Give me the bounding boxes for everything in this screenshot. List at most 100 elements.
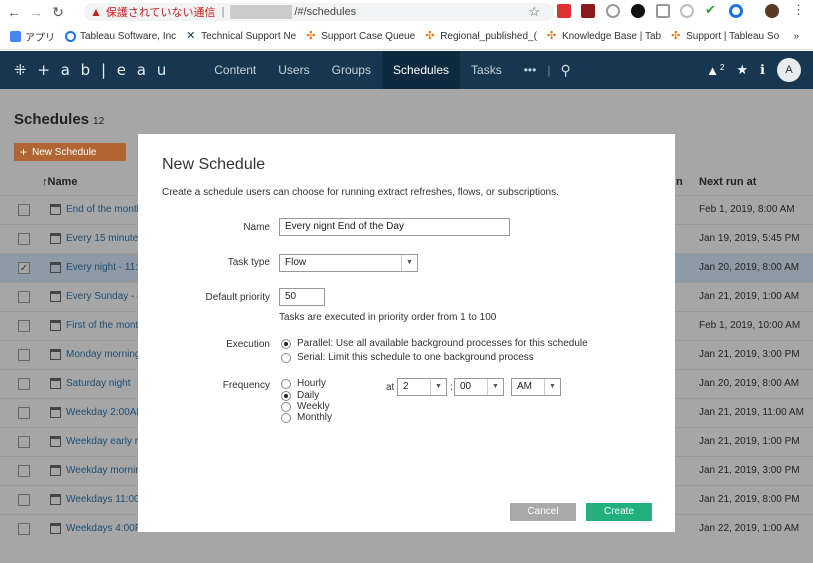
- row-checkbox[interactable]: [18, 349, 30, 361]
- plus-icon: +: [20, 145, 28, 159]
- tableau-icon: ✣: [425, 30, 435, 42]
- row-checkbox[interactable]: [18, 465, 30, 477]
- calendar-icon: [50, 378, 61, 389]
- page-title: Schedules 12: [14, 111, 105, 128]
- calendar-icon: [50, 436, 61, 447]
- frequency-hourly-radio[interactable]: Hourly: [281, 378, 326, 389]
- nav-schedules[interactable]: Schedules: [381, 51, 461, 89]
- create-button[interactable]: Create: [586, 503, 652, 521]
- bookmark-item[interactable]: Tableau Software, Inc: [65, 31, 176, 42]
- row-checkbox[interactable]: ✓: [18, 262, 30, 274]
- check-extension-icon[interactable]: ✔: [705, 2, 719, 17]
- schedule-name-link[interactable]: First of the month: [66, 320, 144, 331]
- address-bar[interactable]: ▲ 保護されていない通信 | /#/schedules ☆: [84, 3, 554, 21]
- new-schedule-dialog: New Schedule Create a schedule users can…: [138, 134, 675, 532]
- next-run-value: Jan 22, 2019, 1:00 AM: [699, 523, 800, 534]
- column-header-name[interactable]: ↑Name: [42, 169, 77, 195]
- row-checkbox[interactable]: [18, 233, 30, 245]
- time-colon: :: [450, 382, 453, 393]
- dialog-description: Create a schedule users can choose for r…: [162, 187, 559, 198]
- row-checkbox[interactable]: [18, 291, 30, 303]
- nav-content[interactable]: Content: [203, 51, 267, 89]
- bookmark-item[interactable]: ✕ Technical Support Ne: [186, 31, 296, 43]
- schedule-name-link[interactable]: Every night - 11:0: [66, 262, 144, 273]
- info-icon[interactable]: ℹ: [760, 62, 765, 78]
- name-label: Name: [243, 222, 270, 233]
- row-checkbox[interactable]: [18, 523, 30, 535]
- schedule-name-link[interactable]: Weekday 2:00AM: [66, 407, 145, 418]
- alert-count: 2: [719, 62, 725, 72]
- execution-parallel-radio[interactable]: Parallel: Use all available background p…: [281, 338, 588, 349]
- priority-label: Default priority: [205, 292, 270, 303]
- ampm-select[interactable]: AM ▼: [511, 378, 561, 396]
- favorites-star-icon[interactable]: ★: [736, 62, 748, 78]
- frequency-monthly-radio[interactable]: Monthly: [281, 412, 332, 423]
- extension-icon[interactable]: [581, 4, 595, 18]
- avatar[interactable]: A: [777, 58, 801, 82]
- extension-icon[interactable]: [631, 4, 645, 18]
- bookmark-apps[interactable]: アプリ: [10, 29, 55, 44]
- bookmark-item[interactable]: ✣ Support Case Queue: [306, 31, 415, 43]
- bookmark-item[interactable]: ✣ Regional_published_(: [425, 30, 537, 43]
- priority-input[interactable]: 50: [279, 288, 325, 306]
- nav-users[interactable]: Users: [267, 51, 320, 89]
- new-schedule-button[interactable]: + New Schedule: [14, 143, 126, 161]
- hour-select[interactable]: 2 ▼: [397, 378, 447, 396]
- tableau-logo[interactable]: ⁜ + a b | e a u: [14, 61, 169, 79]
- schedule-name-link[interactable]: End of the month: [66, 204, 142, 215]
- row-checkbox[interactable]: [18, 494, 30, 506]
- extension-icon[interactable]: [557, 4, 571, 18]
- row-checkbox[interactable]: [18, 407, 30, 419]
- frequency-daily-radio[interactable]: Daily: [281, 390, 319, 401]
- cancel-button[interactable]: Cancel: [510, 503, 576, 521]
- schedule-name-link[interactable]: Weekday early m: [66, 436, 143, 447]
- calendar-icon: [50, 320, 61, 331]
- row-checkbox[interactable]: [18, 378, 30, 390]
- nav-tasks[interactable]: Tasks: [460, 51, 513, 89]
- frequency-weekly-radio[interactable]: Weekly: [281, 401, 330, 412]
- minute-select[interactable]: 00 ▼: [454, 378, 504, 396]
- row-checkbox[interactable]: [18, 436, 30, 448]
- menu-icon[interactable]: ⋮: [792, 2, 806, 17]
- execution-serial-radio[interactable]: Serial: Limit this schedule to one backg…: [281, 352, 534, 363]
- reload-icon[interactable]: ↻: [50, 4, 66, 21]
- row-checkbox[interactable]: [18, 320, 30, 332]
- bookmark-icon: [65, 31, 76, 42]
- name-input[interactable]: Every nignt End of the Day: [279, 218, 510, 236]
- bookmark-star-icon[interactable]: ☆: [528, 4, 540, 20]
- dialog-title: New Schedule: [162, 156, 266, 173]
- chevron-down-icon: ▼: [401, 255, 417, 271]
- schedule-name-link[interactable]: Weekdays 11:00A: [66, 494, 146, 505]
- task-type-label: Task type: [227, 257, 270, 268]
- row-checkbox[interactable]: [18, 204, 30, 216]
- forward-icon[interactable]: →: [28, 4, 44, 20]
- schedule-name-link[interactable]: Weekday morning: [66, 465, 146, 476]
- chevron-down-icon: ▼: [430, 379, 446, 395]
- back-icon[interactable]: ←: [6, 4, 22, 20]
- column-header-next-run[interactable]: Next run at: [699, 169, 756, 195]
- calendar-icon: [50, 407, 61, 418]
- schedule-name-link[interactable]: Monday morning: [66, 349, 140, 360]
- tableau-logo-icon: ⁜: [14, 61, 30, 79]
- more-bookmarks[interactable]: »: [793, 31, 799, 42]
- task-type-select[interactable]: Flow ▼: [279, 254, 418, 272]
- radio-selected-icon: [281, 390, 291, 401]
- extension-icon[interactable]: [729, 4, 743, 18]
- next-run-value: Jan 19, 2019, 5:45 PM: [699, 233, 800, 244]
- nav-more[interactable]: •••: [513, 51, 548, 89]
- bookmark-item[interactable]: ✣ Knowledge Base | Tab: [547, 31, 661, 43]
- extension-icon[interactable]: [656, 4, 670, 18]
- schedule-name-link[interactable]: Every 15 minutes: [66, 233, 143, 244]
- extension-icon[interactable]: [606, 4, 620, 18]
- extension-icon[interactable]: [680, 4, 694, 18]
- tableau-icon: ✣: [671, 30, 681, 42]
- next-run-value: Jan 21, 2019, 8:00 PM: [699, 494, 800, 505]
- schedule-name-link[interactable]: Saturday night: [66, 378, 131, 389]
- nav-groups[interactable]: Groups: [321, 51, 382, 89]
- bookmark-item[interactable]: ✣ Support | Tableau So: [671, 30, 779, 43]
- calendar-icon: [50, 349, 61, 360]
- search-icon[interactable]: ⚲: [560, 62, 570, 79]
- profile-icon[interactable]: [765, 4, 779, 18]
- alert-icon[interactable]: ▲: [706, 63, 719, 78]
- schedule-name-link[interactable]: Every Sunday - 4: [66, 291, 143, 302]
